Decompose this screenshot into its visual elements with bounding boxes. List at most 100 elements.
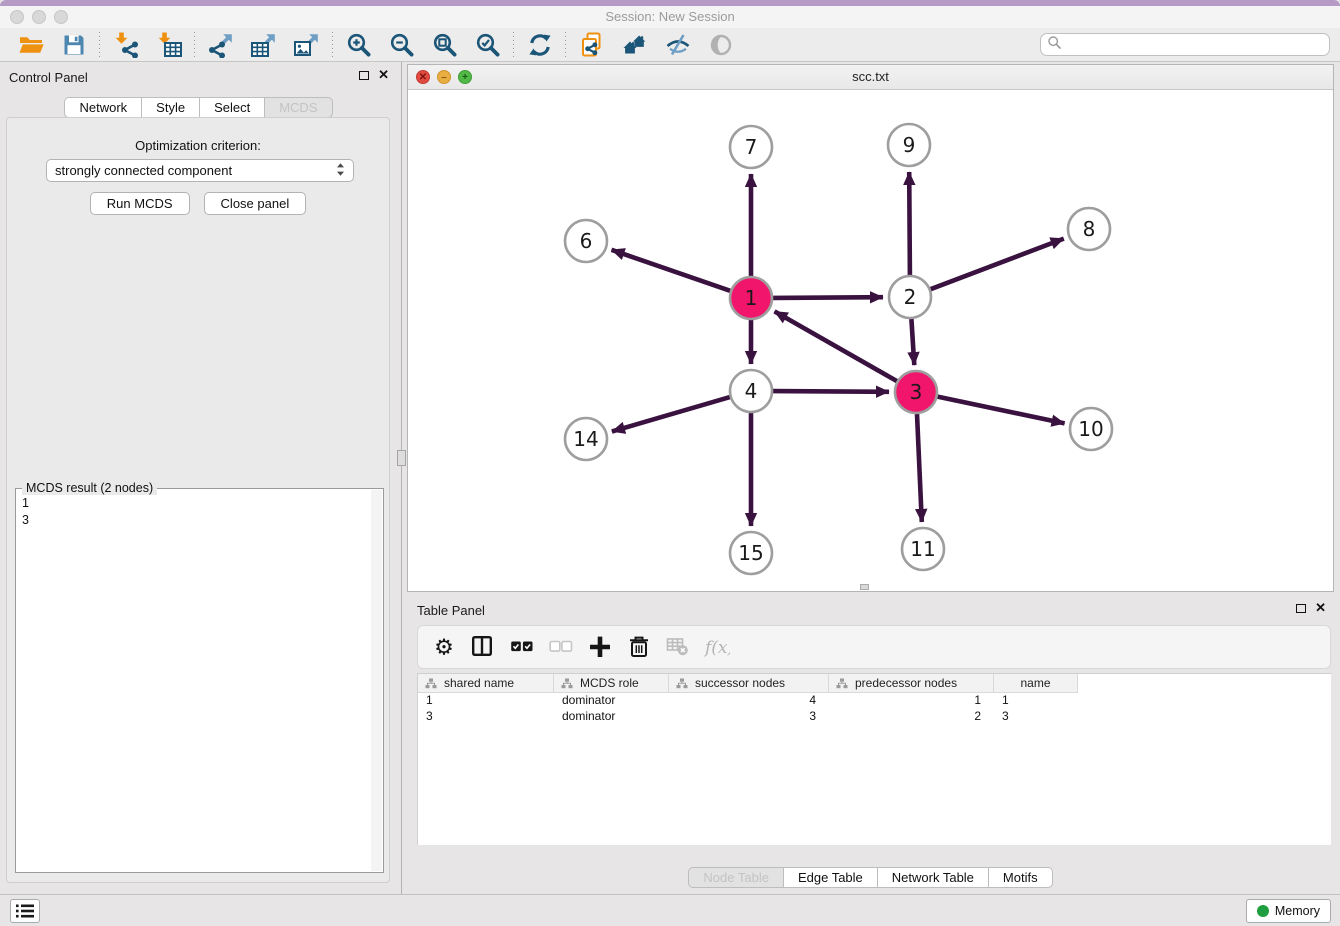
clone-network-icon	[579, 32, 605, 58]
graph-node-15[interactable]: 15	[730, 532, 772, 574]
graph-edge-2-3[interactable]	[911, 319, 914, 365]
unselect-all-columns-icon	[548, 634, 574, 660]
close-table-panel-icon[interactable]: ✕	[1315, 603, 1326, 613]
add-column-icon	[587, 634, 613, 660]
graph-edge-4-14[interactable]	[612, 397, 730, 431]
column-header-successor-nodes[interactable]: successor nodes	[669, 674, 829, 693]
result-scrollbar[interactable]	[371, 490, 382, 871]
panel-splitter-handle[interactable]	[397, 450, 406, 466]
mcds-result-box: MCDS result (2 nodes) 1 3	[15, 488, 384, 873]
graph-node-1[interactable]: 1	[730, 277, 772, 319]
float-table-panel-icon[interactable]	[1296, 604, 1306, 613]
control-panel-tabs: NetworkStyleSelectMCDS	[64, 97, 332, 118]
task-history-button[interactable]	[10, 899, 40, 923]
zoom-in-button[interactable]	[346, 32, 372, 58]
import-network-button[interactable]	[113, 32, 139, 58]
graph-node-14[interactable]: 14	[565, 418, 607, 460]
column-label: name	[1020, 676, 1050, 690]
function-builder-button[interactable]: f(x)	[704, 634, 730, 660]
table-toolbar: ⚙ f(x)	[417, 625, 1331, 669]
close-panel-icon[interactable]: ✕	[378, 70, 389, 80]
zoom-selected-button[interactable]	[475, 32, 501, 58]
svg-text:15: 15	[738, 541, 763, 565]
zoom-fit-button[interactable]	[432, 32, 458, 58]
select-all-columns-button[interactable]	[509, 634, 535, 660]
criterion-select[interactable]: strongly connected component	[46, 159, 354, 182]
table-tabs: Node TableEdge TableNetwork TableMotifs	[688, 867, 1052, 888]
hide-selected-button[interactable]	[665, 32, 691, 58]
column-label: successor nodes	[695, 676, 785, 690]
first-neighbors-button[interactable]	[622, 32, 648, 58]
unselect-all-columns-button[interactable]	[548, 634, 574, 660]
graph-node-6[interactable]: 6	[565, 220, 607, 262]
zoom-fit-icon	[432, 32, 458, 58]
clone-network-button[interactable]	[579, 32, 605, 58]
graph-node-8[interactable]: 8	[1068, 208, 1110, 250]
svg-text:1: 1	[745, 286, 758, 310]
import-table-button[interactable]	[156, 32, 182, 58]
export-table-icon	[251, 32, 277, 58]
column-header-MCDS-role[interactable]: MCDS role	[554, 674, 669, 693]
tab-select[interactable]: Select	[200, 97, 265, 118]
float-panel-icon[interactable]	[359, 71, 369, 80]
tab-network-table[interactable]: Network Table	[878, 867, 989, 888]
column-type-icon	[561, 678, 573, 689]
titlebar: Session: New Session	[0, 6, 1340, 28]
zoom-out-button[interactable]	[389, 32, 415, 58]
network-canvas[interactable]: 7 9 6 8 1 2 4 3 14 10 15 11	[408, 90, 1333, 591]
export-table-button[interactable]	[251, 32, 277, 58]
show-columns-icon	[470, 634, 496, 660]
add-column-button[interactable]	[587, 634, 613, 660]
mcds-panel: Optimization criterion: strongly connect…	[6, 117, 390, 883]
tab-edge-table[interactable]: Edge Table	[784, 867, 878, 888]
search-input[interactable]	[1062, 35, 1329, 54]
optimization-criterion-label: Optimization criterion:	[7, 138, 389, 153]
network-window-titlebar: ✕ – + scc.txt	[408, 65, 1333, 90]
graph-node-10[interactable]: 10	[1070, 408, 1112, 450]
export-image-button[interactable]	[294, 32, 320, 58]
graph-node-2[interactable]: 2	[889, 276, 931, 318]
graph-edge-3-10[interactable]	[938, 397, 1065, 424]
graph-node-3[interactable]: 3	[895, 371, 937, 413]
column-header-predecessor-nodes[interactable]: predecessor nodes	[829, 674, 994, 693]
table-settings-button[interactable]: ⚙	[431, 634, 457, 660]
graph-edge-3-1[interactable]	[775, 311, 897, 381]
panel-splitter[interactable]	[401, 62, 402, 894]
tab-style[interactable]: Style	[142, 97, 200, 118]
tab-mcds[interactable]: MCDS	[265, 97, 332, 118]
export-network-button[interactable]	[208, 32, 234, 58]
graph-edge-2-9[interactable]	[909, 172, 910, 275]
run-mcds-button[interactable]: Run MCDS	[90, 192, 190, 215]
tab-motifs[interactable]: Motifs	[989, 867, 1053, 888]
svg-text:11: 11	[910, 537, 935, 561]
status-bar: Memory	[0, 894, 1340, 926]
table-row[interactable]: 1dominator411	[418, 693, 1331, 709]
close-panel-button[interactable]: Close panel	[204, 192, 307, 215]
delete-column-button[interactable]	[626, 634, 652, 660]
graph-edge-1-6[interactable]	[612, 250, 731, 291]
memory-button[interactable]: Memory	[1246, 899, 1331, 923]
network-resize-handle[interactable]	[860, 584, 869, 590]
delete-table-button[interactable]	[665, 634, 691, 660]
show-all-button[interactable]	[708, 32, 734, 58]
table-row[interactable]: 3dominator323	[418, 709, 1331, 725]
open-session-button[interactable]	[18, 32, 44, 58]
save-session-button[interactable]	[61, 32, 87, 58]
graph-edge-3-11[interactable]	[917, 414, 922, 522]
cell-successor-nodes: 4	[669, 693, 829, 709]
graph-node-9[interactable]: 9	[888, 124, 930, 166]
apply-layout-button[interactable]	[527, 32, 553, 58]
cell-shared-name: 1	[418, 693, 554, 709]
column-header-shared-name[interactable]: shared name	[418, 674, 554, 693]
graph-node-7[interactable]: 7	[730, 126, 772, 168]
tab-network[interactable]: Network	[64, 97, 142, 118]
graph-edge-4-3[interactable]	[773, 391, 889, 392]
graph-node-4[interactable]: 4	[730, 370, 772, 412]
show-columns-button[interactable]	[470, 634, 496, 660]
graph-edge-1-2[interactable]	[773, 297, 883, 298]
memory-label: Memory	[1275, 904, 1320, 918]
column-header-name[interactable]: name	[994, 674, 1078, 693]
graph-node-11[interactable]: 11	[902, 528, 944, 570]
graph-edge-2-8[interactable]	[931, 239, 1064, 290]
tab-node-table[interactable]: Node Table	[688, 867, 784, 888]
